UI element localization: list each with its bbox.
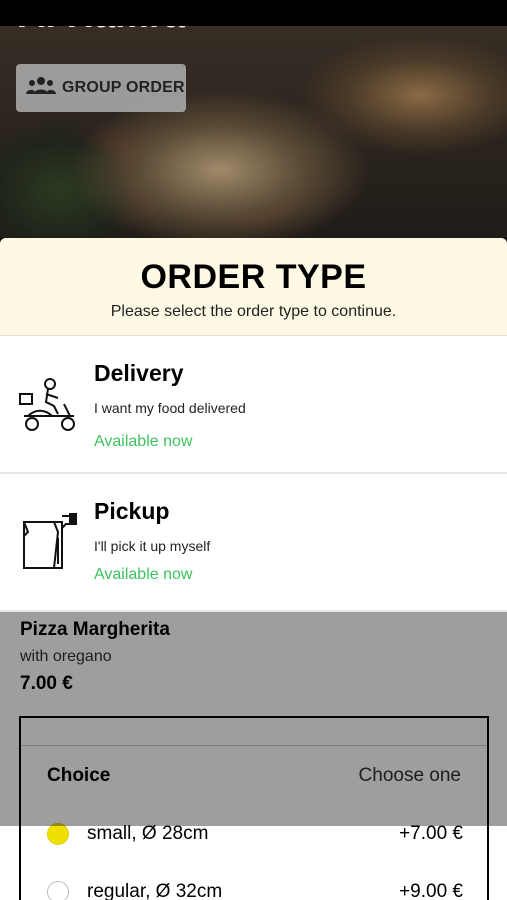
group-order-button[interactable]: GROUP ORDER <box>16 64 186 112</box>
pickup-availability: Available now <box>94 566 193 583</box>
group-order-label: GROUP ORDER <box>62 79 185 96</box>
delivery-option[interactable]: Delivery I want my food delivered Availa… <box>0 336 507 474</box>
modal-subtitle: Please select the order type to continue… <box>110 303 397 320</box>
radio-unselected-icon[interactable] <box>47 881 69 900</box>
order-type-modal: ORDER TYPE Please select the order type … <box>0 238 507 612</box>
group-icon <box>26 76 56 101</box>
choice-option-price: +9.00 € <box>399 881 463 900</box>
delivery-title: Delivery <box>94 360 184 386</box>
pickup-option[interactable]: Pickup I'll pick it up myself Available … <box>0 474 507 612</box>
pickup-bag-icon <box>18 508 80 570</box>
pickup-description: I'll pick it up myself <box>94 538 211 554</box>
status-bar <box>0 0 507 26</box>
radio-selected-icon[interactable] <box>47 823 69 845</box>
choice-option[interactable]: regular, Ø 32cm +9.00 € <box>47 880 463 900</box>
choice-option-price: +7.00 € <box>399 823 463 844</box>
choice-option-name: regular, Ø 32cm <box>87 881 223 900</box>
pickup-title: Pickup <box>94 498 170 524</box>
delivery-description: I want my food delivered <box>94 400 246 416</box>
hero-image: Al Hamra GROUP ORDER <box>0 0 507 270</box>
scooter-delivery-icon <box>18 376 80 438</box>
delivery-availability: Available now <box>94 433 193 450</box>
modal-header: ORDER TYPE Please select the order type … <box>0 238 507 336</box>
modal-title: ORDER TYPE <box>140 258 367 296</box>
choice-option-name: small, Ø 28cm <box>87 823 209 844</box>
